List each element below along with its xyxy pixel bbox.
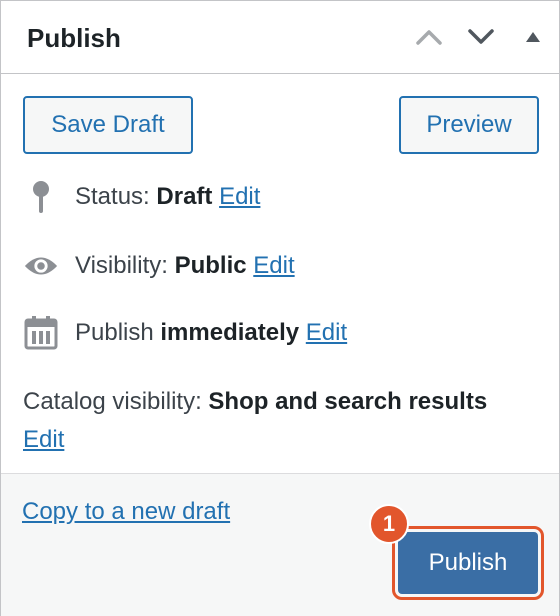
catalog-visibility-edit-link[interactable]: Edit — [23, 426, 64, 453]
preview-button[interactable]: Preview — [399, 96, 539, 154]
schedule-row: Publish immediately Edit — [23, 315, 347, 351]
publish-button[interactable]: Publish — [398, 532, 538, 594]
catalog-visibility-label: Catalog visibility: — [23, 388, 202, 415]
move-down-button[interactable] — [463, 21, 499, 57]
schedule-edit-link[interactable]: Edit — [306, 319, 347, 347]
eye-icon — [23, 248, 59, 284]
calendar-icon — [23, 315, 59, 351]
toggle-panel-button[interactable] — [515, 21, 551, 57]
visibility-value: Public — [174, 252, 247, 279]
chevron-down-icon — [467, 28, 495, 51]
visibility-row: Visibility: Public Edit — [23, 248, 295, 284]
status-row: Status: Draft Edit — [23, 179, 260, 215]
move-up-button[interactable] — [411, 21, 447, 57]
save-draft-button[interactable]: Save Draft — [23, 96, 193, 154]
catalog-visibility-value: Shop and search results — [208, 388, 488, 415]
chevron-up-icon — [415, 28, 443, 51]
step-number-badge: 1 — [369, 504, 409, 544]
visibility-label: Visibility: — [75, 252, 168, 279]
schedule-label: Publish — [75, 319, 154, 346]
schedule-value: immediately — [160, 319, 300, 346]
status-edit-link[interactable]: Edit — [219, 183, 260, 211]
triangle-up-icon — [525, 30, 541, 48]
panel-title: Publish — [27, 23, 121, 53]
status-value: Draft — [156, 183, 213, 210]
catalog-visibility-row: Catalog visibility: Shop and search resu… — [23, 383, 523, 459]
copy-to-new-draft-link[interactable]: Copy to a new draft — [22, 498, 230, 526]
visibility-edit-link[interactable]: Edit — [253, 252, 294, 280]
pin-icon — [23, 179, 59, 215]
status-label: Status: — [75, 183, 150, 210]
panel-header: Publish — [1, 1, 559, 74]
